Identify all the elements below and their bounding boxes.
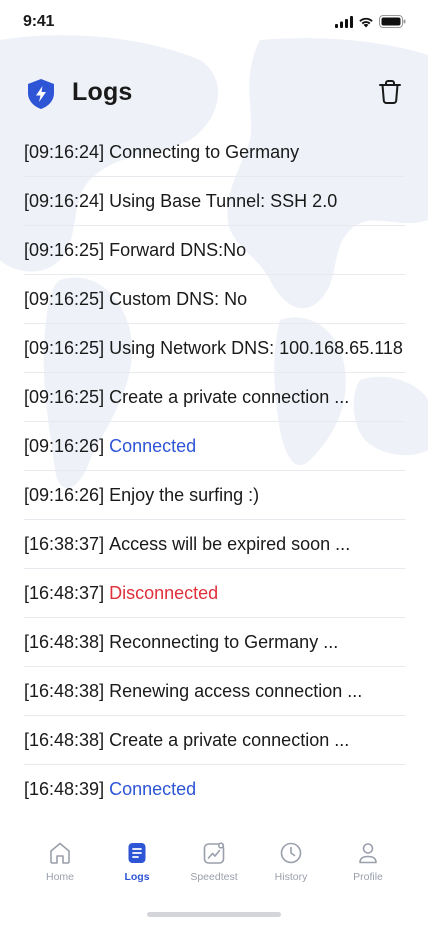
log-entry: [16:48:39] Connected	[24, 765, 405, 813]
log-timestamp: [09:16:25]	[24, 386, 105, 407]
log-message: Enjoy the surfing :)	[109, 484, 260, 505]
log-message: Connected	[109, 778, 197, 799]
log-message: Using Network DNS: 100.168.65.118	[109, 337, 403, 358]
log-entry: [16:48:38] Renewing access connection ...	[24, 667, 405, 716]
log-timestamp: [09:16:25]	[24, 288, 105, 309]
tab-history[interactable]: History	[253, 840, 330, 900]
log-message: Using Base Tunnel: SSH 2.0	[109, 190, 338, 211]
tab-label: History	[274, 871, 308, 883]
speedtest-icon	[203, 842, 225, 864]
log-entry: [09:16:24] Connecting to Germany	[24, 128, 405, 177]
logs-icon	[128, 843, 146, 863]
log-message: Access will be expired soon ...	[109, 533, 351, 554]
tab-label: Home	[45, 871, 74, 883]
status-time: 9:41	[23, 13, 55, 30]
status-icons	[335, 15, 406, 28]
log-timestamp: [09:16:24]	[24, 141, 105, 162]
log-entry: [09:16:25] Create a private connection ..…	[24, 373, 405, 422]
page-header: Logs	[0, 72, 428, 116]
log-entry: [09:16:25] Forward DNS:No	[24, 226, 405, 275]
battery-icon	[379, 15, 406, 28]
log-entry: [16:38:37] Access will be expired soon ..…	[24, 520, 405, 569]
log-timestamp: [16:48:38]	[24, 631, 105, 652]
home-icon	[50, 842, 70, 864]
log-message: Disconnected	[109, 582, 219, 603]
cellular-signal-icon	[335, 15, 353, 28]
shield-bolt-icon	[28, 79, 54, 109]
log-timestamp: [16:48:38]	[24, 680, 105, 701]
log-timestamp: [09:16:25]	[24, 239, 105, 260]
log-message: Create a private connection ...	[109, 386, 350, 407]
log-entry: [16:48:37] Disconnected	[24, 569, 405, 618]
log-timestamp: [16:38:37]	[24, 533, 105, 554]
tab-label: Profile	[353, 871, 383, 883]
log-entry: [09:16:26] Enjoy the surfing :)	[24, 471, 405, 520]
log-entry: [16:48:38] Reconnecting to Germany ...	[24, 618, 405, 667]
tab-home[interactable]: Home	[22, 840, 99, 900]
log-timestamp: [09:16:26]	[24, 435, 105, 456]
log-timestamp: [09:16:25]	[24, 337, 105, 358]
log-timestamp: [16:48:39]	[24, 778, 105, 799]
log-entry: [09:16:24] Using Base Tunnel: SSH 2.0	[24, 177, 405, 226]
log-entry: [09:16:25] Using Network DNS: 100.168.65.…	[24, 324, 405, 373]
wifi-icon	[359, 17, 373, 27]
log-timestamp: [16:48:38]	[24, 729, 105, 750]
log-message: Reconnecting to Germany ...	[109, 631, 339, 652]
log-message: Renewing access connection ...	[109, 680, 363, 701]
log-timestamp: [09:16:26]	[24, 484, 105, 505]
log-message: Create a private connection ...	[109, 729, 350, 750]
tab-logs[interactable]: Logs	[99, 840, 176, 900]
trash-icon[interactable]	[376, 78, 404, 106]
history-icon	[280, 842, 302, 864]
profile-icon	[359, 843, 377, 864]
tab-label: Logs	[124, 871, 150, 883]
home-indicator	[147, 912, 281, 917]
log-message: Connecting to Germany	[109, 141, 300, 162]
log-list: [09:16:24] Connecting to Germany [09:16:24…	[24, 128, 405, 813]
tab-speedtest[interactable]: Speedtest	[176, 840, 253, 900]
status-bar: 9:41	[0, 0, 428, 44]
log-message: Forward DNS:No	[109, 239, 247, 260]
log-timestamp: [09:16:24]	[24, 190, 105, 211]
log-timestamp: [16:48:37]	[24, 582, 105, 603]
tab-label: Speedtest	[190, 871, 238, 883]
log-entry: [09:16:26] Connected	[24, 422, 405, 471]
page-title: Logs	[72, 78, 133, 106]
bottom-tab-bar: Home Logs Speedtest History Profile	[0, 840, 428, 900]
log-message: Custom DNS: No	[109, 288, 248, 309]
log-entry: [09:16:25] Custom DNS: No	[24, 275, 405, 324]
log-message: Connected	[109, 435, 197, 456]
log-entry: [16:48:38] Create a private connection ..…	[24, 716, 405, 765]
tab-profile[interactable]: Profile	[330, 840, 407, 900]
